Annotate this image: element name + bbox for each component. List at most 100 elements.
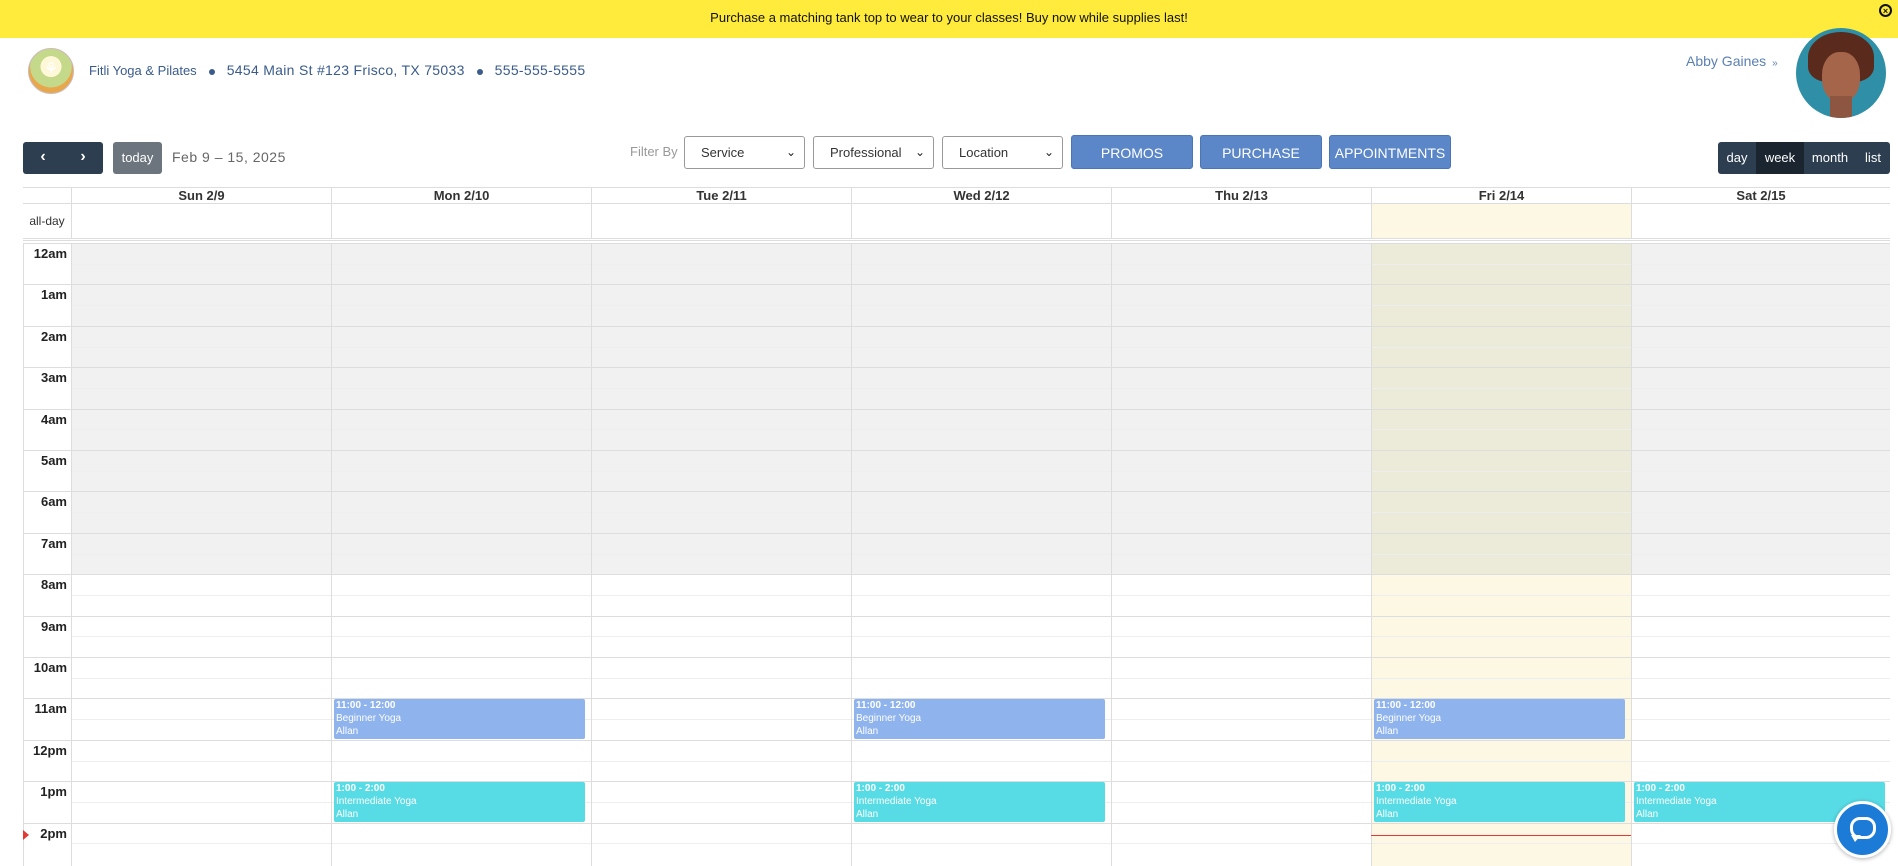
appointments-button[interactable]: APPOINTMENTS (1329, 135, 1451, 169)
event-instructor: Allan (336, 809, 359, 820)
day-header[interactable]: Tue 2/11 (591, 188, 851, 204)
half-hour-line (71, 388, 1890, 389)
day-header[interactable]: Mon 2/10 (331, 188, 591, 204)
service-filter-select[interactable]: Service ⌄ (684, 136, 805, 169)
half-hour-line (71, 512, 1890, 513)
half-hour-line (71, 471, 1890, 472)
calendar-event[interactable]: 1:00 - 2:00 Intermediate Yoga Allan (334, 782, 585, 822)
chevron-down-icon: ⌄ (914, 145, 925, 159)
event-time: 1:00 - 2:00 (1636, 783, 1685, 794)
day-header[interactable]: Fri 2/14 (1371, 188, 1631, 204)
half-hour-line (71, 429, 1890, 430)
day-header[interactable]: Thu 2/13 (1111, 188, 1371, 204)
day-header-row: Sun 2/9 Mon 2/10 Tue 2/11 Wed 2/12 Thu 2/13 F… (23, 187, 1890, 204)
event-time: 11:00 - 12:00 (1376, 700, 1436, 711)
half-hour-line (71, 347, 1890, 348)
column-divider (851, 243, 852, 866)
user-name: Abby Gaines (1686, 53, 1767, 69)
event-time: 1:00 - 2:00 (336, 783, 385, 794)
hour-line (23, 450, 1890, 451)
professional-filter-value: Professional (830, 145, 902, 160)
time-label: 3am (40, 370, 67, 385)
day-header[interactable]: Wed 2/12 (851, 188, 1111, 204)
hour-line (23, 533, 1890, 534)
today-button[interactable]: today (113, 142, 162, 174)
calendar-event[interactable]: 11:00 - 12:00 Beginner Yoga Allan (334, 699, 585, 739)
service-filter-value: Service (701, 145, 745, 160)
half-hour-line (71, 678, 1890, 679)
time-label: 2pm (40, 826, 67, 841)
hour-line (23, 326, 1890, 327)
calendar-event[interactable]: 11:00 - 12:00 Beginner Yoga Allan (854, 699, 1105, 739)
column-divider (1371, 243, 1372, 866)
half-hour-line (71, 554, 1890, 555)
location-filter-value: Location (959, 145, 1009, 160)
event-time: 1:00 - 2:00 (1376, 783, 1425, 794)
date-nav-group: ‹ › (23, 142, 103, 174)
column-divider (71, 204, 72, 238)
next-week-button[interactable]: › (63, 142, 103, 174)
calendar-event[interactable]: 1:00 - 2:00 Intermediate Yoga Allan (854, 782, 1105, 822)
chevron-down-icon: » (1772, 58, 1778, 69)
business-phone[interactable]: 555-555-5555 (495, 62, 586, 78)
hour-line (23, 367, 1890, 368)
business-logo[interactable] (28, 48, 74, 94)
date-range-title: Feb 9 – 15, 2025 (172, 149, 286, 165)
now-indicator-arrow-icon (23, 830, 29, 840)
business-name[interactable]: Fitli Yoga & Pilates (89, 63, 197, 78)
hour-line (23, 740, 1890, 741)
time-label: 8am (40, 577, 67, 592)
chevron-down-icon: ⌄ (1043, 145, 1054, 159)
event-time: 11:00 - 12:00 (336, 700, 396, 711)
separator-dot (476, 68, 483, 75)
event-title: Intermediate Yoga (1376, 796, 1457, 807)
half-hour-line (71, 595, 1890, 596)
hour-line (23, 491, 1890, 492)
calendar-event[interactable]: 1:00 - 2:00 Intermediate Yoga Allan (1374, 782, 1625, 822)
hour-line (23, 657, 1890, 658)
time-label: 11am (34, 701, 67, 716)
professional-filter-select[interactable]: Professional ⌄ (813, 136, 934, 169)
promos-button[interactable]: PROMOS (1071, 135, 1193, 169)
day-header[interactable]: Sat 2/15 (1631, 188, 1890, 204)
column-divider (1371, 204, 1372, 238)
day-header[interactable]: Sun 2/9 (71, 188, 331, 204)
half-hour-line (71, 636, 1890, 637)
time-label: 4am (40, 412, 67, 427)
business-info: Fitli Yoga & Pilates 5454 Main St #123 Fr… (89, 62, 585, 78)
purchase-button[interactable]: PURCHASE (1200, 135, 1322, 169)
close-icon[interactable]: × (1879, 4, 1892, 17)
view-day-button[interactable]: day (1718, 142, 1756, 174)
calendar-event[interactable]: 11:00 - 12:00 Beginner Yoga Allan (1374, 699, 1625, 739)
chat-widget-button[interactable] (1834, 801, 1891, 858)
column-divider (71, 243, 72, 866)
prev-week-button[interactable]: ‹ (23, 142, 63, 174)
time-grid[interactable]: 12am 1am 2am 3am 4am 5am 6am 7am 8am 9am 10am 11am 1… (23, 243, 1890, 866)
column-divider (1111, 204, 1112, 238)
time-label: 6am (40, 494, 67, 509)
time-label: 10am (33, 660, 67, 675)
half-hour-line (71, 843, 1890, 844)
avatar[interactable] (1796, 28, 1886, 118)
event-title: Beginner Yoga (336, 713, 402, 724)
business-address[interactable]: 5454 Main St #123 Frisco, TX 75033 (227, 62, 465, 78)
view-month-button[interactable]: month (1804, 142, 1856, 174)
column-divider (591, 243, 592, 866)
event-instructor: Allan (856, 726, 879, 737)
today-allday-highlight (1371, 204, 1631, 238)
column-divider (1631, 204, 1632, 238)
event-title: Intermediate Yoga (856, 796, 937, 807)
event-title: Intermediate Yoga (336, 796, 417, 807)
event-instructor: Allan (1376, 809, 1399, 820)
all-day-row: all-day (23, 204, 1890, 241)
week-calendar: Sun 2/9 Mon 2/10 Tue 2/11 Wed 2/12 Thu 2/13 F… (23, 187, 1890, 866)
time-label: 12am (33, 246, 67, 261)
user-menu[interactable]: Abby Gaines » (1686, 53, 1778, 69)
event-instructor: Allan (336, 726, 359, 737)
separator-dot (208, 68, 215, 75)
location-filter-select[interactable]: Location ⌄ (942, 136, 1063, 169)
hour-line (23, 409, 1890, 410)
view-list-button[interactable]: list (1856, 142, 1890, 174)
event-time: 1:00 - 2:00 (856, 783, 905, 794)
view-week-button[interactable]: week (1756, 142, 1804, 174)
